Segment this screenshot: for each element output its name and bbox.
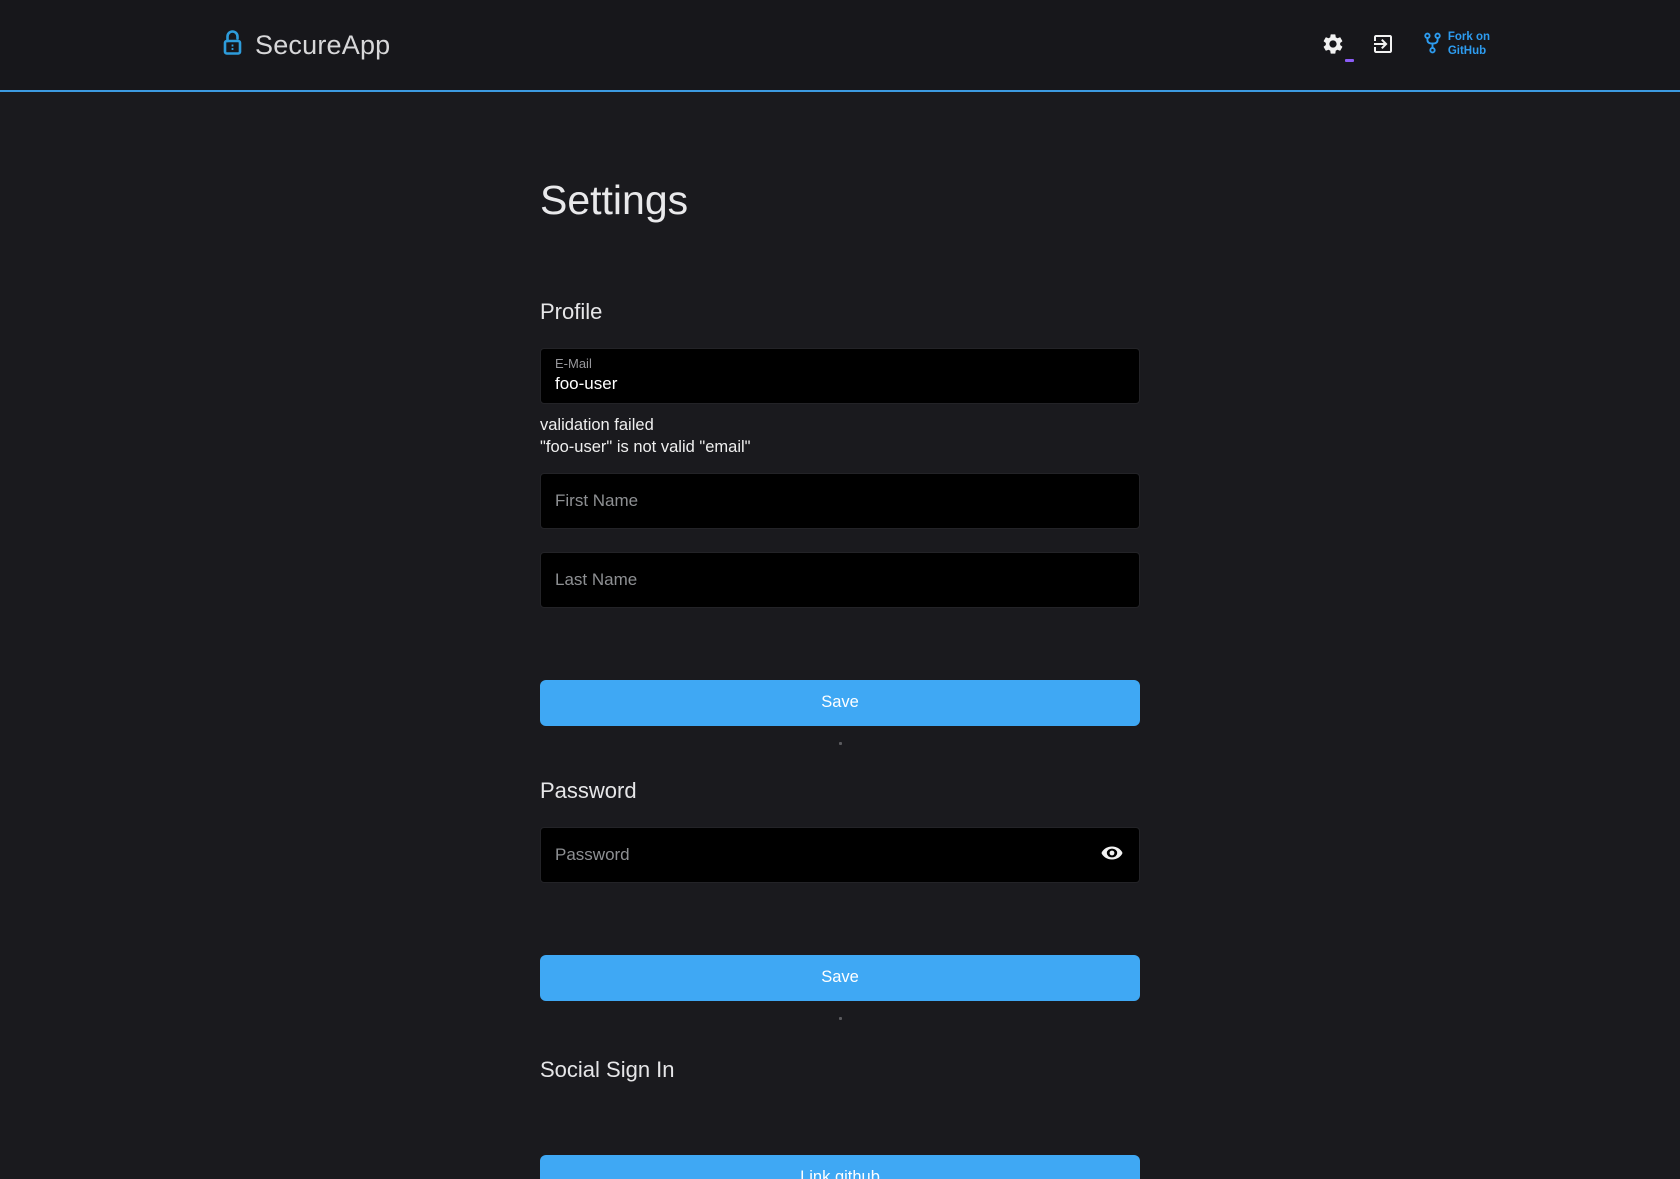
git-fork-icon bbox=[1424, 32, 1441, 59]
page-title: Settings bbox=[540, 92, 1140, 224]
logout-icon bbox=[1371, 32, 1395, 59]
email-validation-message: validation failed "foo-user" is not vali… bbox=[540, 414, 1140, 459]
toggle-password-visibility-button[interactable] bbox=[1099, 842, 1125, 868]
last-name-field[interactable] bbox=[540, 552, 1140, 608]
lock-icon bbox=[222, 29, 243, 61]
validation-line-1: validation failed bbox=[540, 414, 1140, 436]
app-brand[interactable]: SecureApp bbox=[222, 29, 390, 61]
app-title: SecureApp bbox=[255, 30, 390, 61]
email-field-label: E-Mail bbox=[555, 356, 1125, 371]
fork-on-github-link[interactable]: Fork on GitHub bbox=[1424, 31, 1490, 59]
eye-icon bbox=[1100, 841, 1124, 868]
email-input[interactable] bbox=[555, 374, 1125, 394]
last-name-input[interactable] bbox=[555, 570, 1125, 590]
section-divider-dot bbox=[839, 1017, 842, 1020]
email-field[interactable]: E-Mail bbox=[540, 348, 1140, 404]
settings-button[interactable] bbox=[1316, 28, 1350, 62]
validation-line-2: "foo-user" is not valid "email" bbox=[540, 436, 1140, 458]
navbar: SecureApp bbox=[0, 0, 1680, 92]
link-github-button[interactable]: Link github bbox=[540, 1155, 1140, 1179]
password-field[interactable] bbox=[540, 827, 1140, 883]
first-name-field[interactable] bbox=[540, 473, 1140, 529]
password-input[interactable] bbox=[555, 845, 1125, 865]
social-signin-heading: Social Sign In bbox=[540, 1057, 1140, 1083]
logout-button[interactable] bbox=[1366, 28, 1400, 62]
profile-save-button[interactable]: Save bbox=[540, 680, 1140, 726]
gear-caret-mark bbox=[1345, 59, 1354, 62]
gear-icon bbox=[1321, 32, 1345, 59]
navbar-actions: Fork on GitHub bbox=[1316, 28, 1490, 62]
first-name-input[interactable] bbox=[555, 491, 1125, 511]
section-divider-dot bbox=[839, 742, 842, 745]
fork-link-label: Fork on GitHub bbox=[1448, 31, 1490, 59]
settings-page: Settings Profile E-Mail validation faile… bbox=[540, 92, 1140, 1179]
profile-section-heading: Profile bbox=[540, 299, 1140, 325]
password-save-button[interactable]: Save bbox=[540, 955, 1140, 1001]
password-section-heading: Password bbox=[540, 778, 1140, 804]
